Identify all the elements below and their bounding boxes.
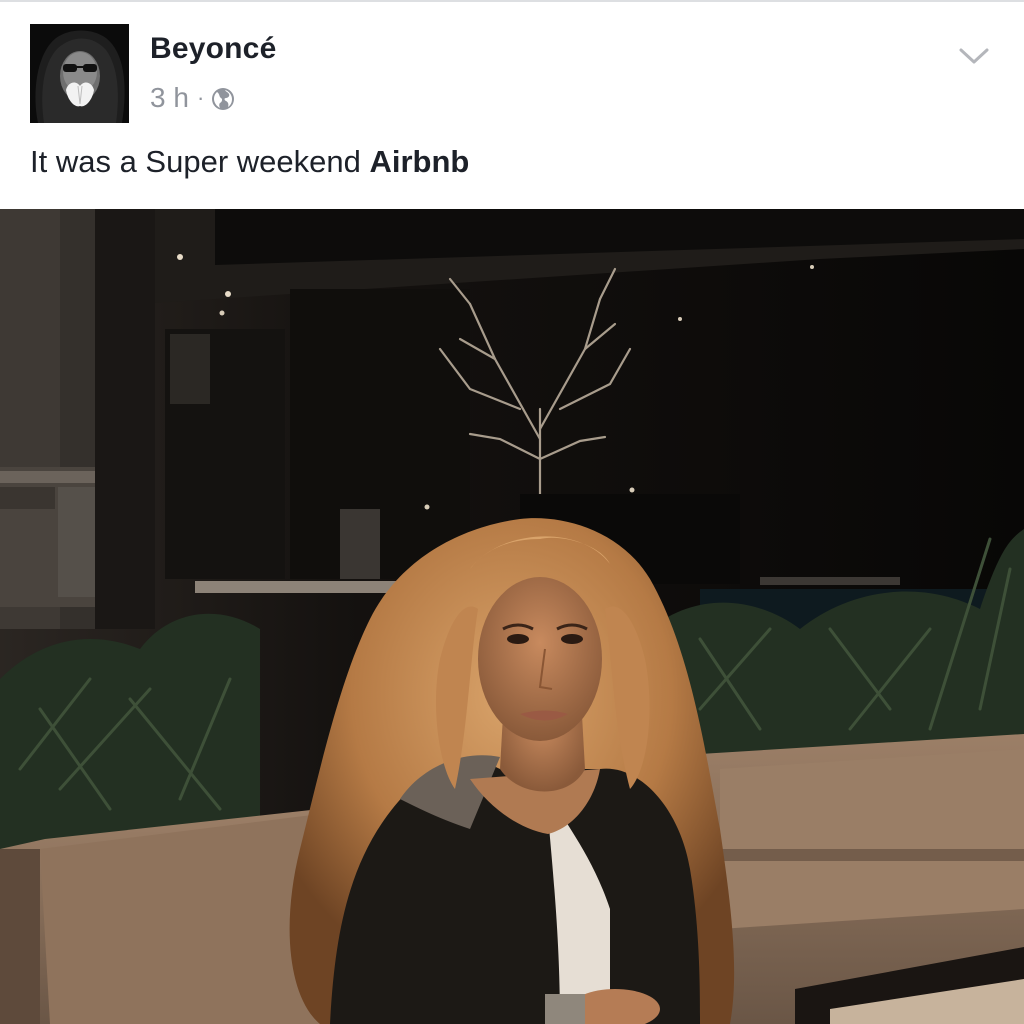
- post-meta: 3 h ·: [150, 82, 235, 114]
- meta-separator: ·: [196, 85, 205, 110]
- avatar[interactable]: [30, 24, 129, 123]
- chevron-down-icon[interactable]: [958, 44, 990, 68]
- caption-text: It was a Super weekend: [30, 144, 370, 179]
- timestamp[interactable]: 3 h: [150, 82, 189, 114]
- facebook-post: Beyoncé 3 h · It was a Super weekend Air…: [0, 0, 1024, 1024]
- tagged-page-link[interactable]: Airbnb: [369, 144, 469, 179]
- globe-icon: [211, 86, 235, 110]
- post-header: Beyoncé 3 h ·: [0, 0, 1024, 130]
- post-photo[interactable]: [0, 209, 1024, 1024]
- post-caption: It was a Super weekend Airbnb: [30, 144, 469, 180]
- author-name[interactable]: Beyoncé: [150, 32, 276, 66]
